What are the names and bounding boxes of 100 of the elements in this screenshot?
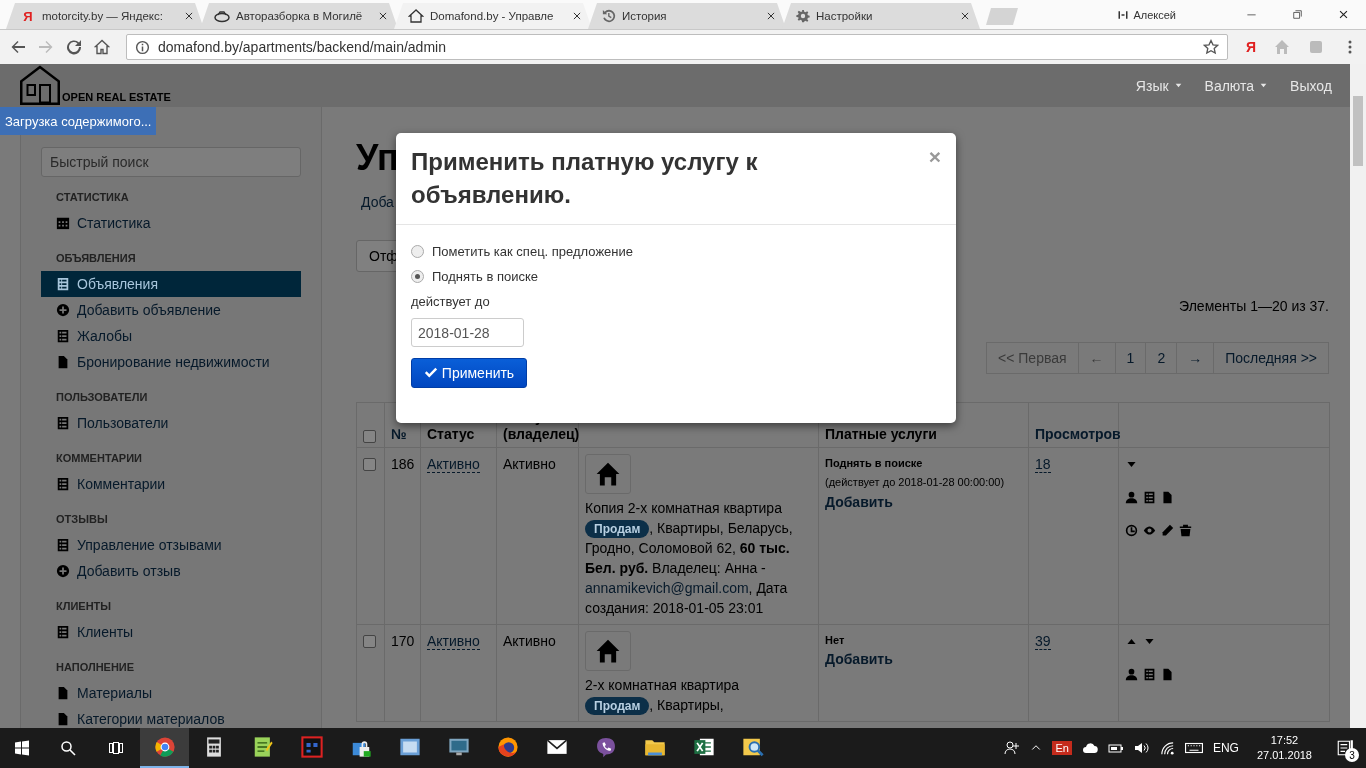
browser-tab[interactable]: Я motorcity.by — Яндекс: <box>6 3 204 29</box>
sidebar-item[interactable]: Пользователи <box>41 410 301 436</box>
loading-badge: Загрузка содержимого... <box>0 107 157 135</box>
listing-description: Продам , Квартиры, <box>585 695 812 715</box>
sidebar-item[interactable]: Статистика <box>41 210 301 236</box>
radio-button[interactable] <box>411 245 424 258</box>
volume-icon[interactable] <box>1133 740 1150 756</box>
views-link[interactable]: 18 <box>1035 456 1051 473</box>
email-link[interactable]: annamikevich@gmail.com <box>585 580 749 596</box>
close-icon[interactable] <box>766 11 776 21</box>
radio-button[interactable] <box>411 270 424 283</box>
list-icon <box>56 277 70 291</box>
favicon-letter: Я <box>22 8 34 24</box>
status-link[interactable]: Активно <box>427 456 480 473</box>
close-icon[interactable] <box>960 11 970 21</box>
list-icon <box>56 625 70 639</box>
list-icon[interactable] <box>1143 491 1156 504</box>
list-icon <box>56 329 70 343</box>
address-bar[interactable]: domafond.by/apartments/backend/main/admin <box>126 34 1228 60</box>
modal-title: Применить платную услугу к объявлению. <box>411 147 759 210</box>
people-icon[interactable] <box>1004 740 1021 756</box>
nav-menu-item[interactable]: Выход <box>1290 77 1332 94</box>
file-icon[interactable] <box>1161 491 1174 504</box>
sidebar-item[interactable]: Управление отзывами <box>41 532 301 558</box>
close-button[interactable]: × <box>928 147 941 211</box>
tab-link[interactable]: Доба <box>361 194 394 210</box>
pagination-button[interactable]: → <box>1176 342 1215 374</box>
start-icon[interactable] <box>14 740 30 756</box>
views-link[interactable]: 39 <box>1035 633 1051 650</box>
checkbox[interactable] <box>363 430 376 443</box>
sidebar-item[interactable]: Добавить объявление <box>41 297 301 323</box>
sidebar-heading: НАПОЛНЕНИЕ <box>55 660 136 675</box>
search-icon[interactable] <box>60 740 76 756</box>
house-icon <box>595 638 621 664</box>
profile-name[interactable]: Алексей <box>1133 8 1176 21</box>
sidebar-item[interactable]: Категории материалов <box>41 706 301 728</box>
sidebar-item[interactable]: Добавить отзыв <box>41 558 301 584</box>
sidebar-item[interactable]: Объявления <box>41 271 301 297</box>
checkbox[interactable] <box>363 458 376 471</box>
close-icon[interactable] <box>1337 9 1349 20</box>
pagination-button[interactable]: 1 <box>1114 342 1147 374</box>
user-icon[interactable] <box>1125 668 1138 681</box>
sidebar-heading: ОБЪЯВЛЕНИЯ <box>55 251 137 266</box>
monitor-icon <box>447 736 470 758</box>
add-link[interactable]: Добавить <box>825 492 1022 512</box>
sidebar-item[interactable]: Материалы <box>41 680 301 706</box>
reload-icon[interactable] <box>66 39 82 55</box>
wifi-icon[interactable] <box>1159 740 1175 756</box>
scrollbar[interactable] <box>1350 64 1366 728</box>
date-field[interactable]: 2018-01-28 <box>411 318 524 347</box>
sidebar-heading: КОММЕНТАРИИ <box>55 451 143 466</box>
page-title: Уп <box>356 136 399 180</box>
extension-letter[interactable]: Я <box>1245 39 1256 55</box>
status-link[interactable]: Активно <box>427 633 480 650</box>
pencil-icon[interactable] <box>1161 524 1174 537</box>
restore-icon[interactable] <box>1291 9 1303 20</box>
language-indicator[interactable]: ENG <box>1212 741 1239 755</box>
clock-time[interactable]: 17:52 <box>1270 733 1299 748</box>
home-icon[interactable] <box>94 39 110 55</box>
task-view-icon[interactable] <box>108 740 124 756</box>
back-icon[interactable] <box>10 39 26 55</box>
sidebar-item[interactable]: Клиенты <box>41 619 301 645</box>
close-icon[interactable] <box>378 11 388 21</box>
clock-date[interactable]: 27.01.2018 <box>1256 748 1312 763</box>
apply-button[interactable]: Применить <box>411 358 527 388</box>
close-icon[interactable] <box>572 11 582 21</box>
logo-icon <box>20 65 60 105</box>
house-icon <box>595 461 621 487</box>
list-icon <box>56 538 70 552</box>
window-icon <box>398 736 421 758</box>
eye-icon[interactable] <box>1143 524 1156 537</box>
listing-title: Копия 2-х комнатная квартира <box>585 499 783 518</box>
clock-icon[interactable] <box>1125 524 1138 537</box>
sidebar-item[interactable]: Жалобы <box>41 323 301 349</box>
browser-tab[interactable]: Авторазборка в Могилё <box>200 3 398 29</box>
search-field[interactable]: Быстрый поиск <box>41 147 301 177</box>
language-badge[interactable]: En <box>1052 741 1072 755</box>
column-header[interactable]: № <box>391 426 407 442</box>
user-icon[interactable] <box>1125 491 1138 504</box>
add-link[interactable]: Добавить <box>825 649 1022 669</box>
checkbox[interactable] <box>363 635 376 648</box>
trash-icon[interactable] <box>1179 524 1192 537</box>
sidebar-heading: КЛИЕНТЫ <box>55 599 113 614</box>
cloud-icon[interactable] <box>1081 740 1098 756</box>
pagination-button[interactable]: 2 <box>1145 342 1178 374</box>
nav-menu-item[interactable]: Валюта <box>1204 77 1269 94</box>
radio-label: Поднять в поиске <box>432 269 539 284</box>
file-icon[interactable] <box>1161 668 1174 681</box>
browser-tab[interactable]: Настройки <box>782 3 980 29</box>
list-icon[interactable] <box>1143 668 1156 681</box>
star-icon[interactable] <box>1202 39 1219 55</box>
list-icon <box>56 416 70 430</box>
browser-tab[interactable]: Domafond.by - Управле <box>394 3 592 29</box>
pagination-button[interactable]: Последняя >> <box>1213 342 1329 374</box>
close-icon[interactable] <box>184 11 194 21</box>
sidebar-item[interactable]: Бронирование недвижимости <box>41 349 301 375</box>
nav-menu-item[interactable]: Язык <box>1135 77 1183 94</box>
sidebar-item[interactable]: Комментарии <box>41 471 301 497</box>
taskbar-app[interactable] <box>140 728 189 768</box>
browser-tab[interactable]: История <box>588 3 786 29</box>
